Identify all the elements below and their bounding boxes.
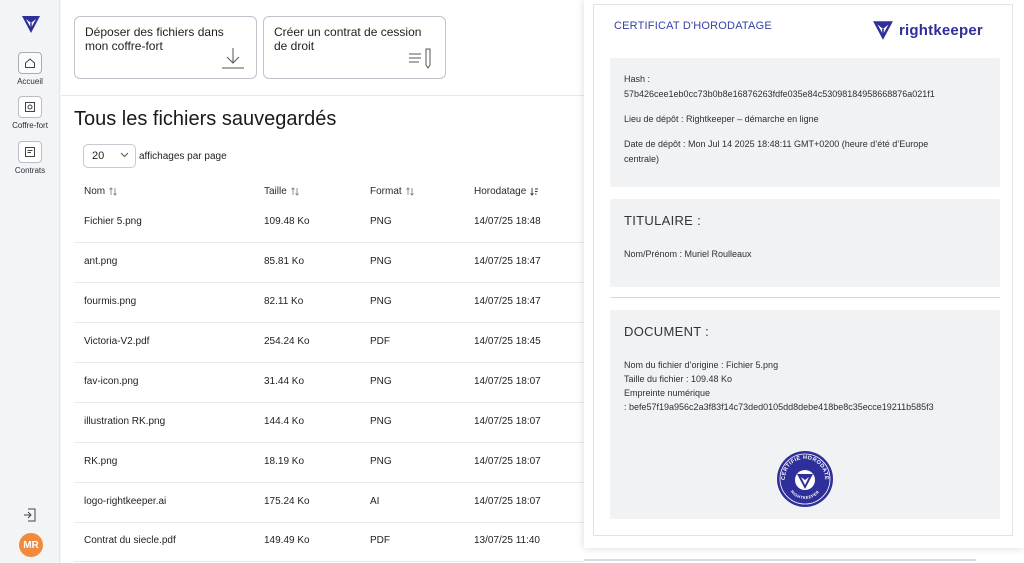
holder-box: TITULAIRE : Nom/Prénom : Muriel Roulleau… — [610, 199, 1000, 287]
sidebar-item-accueil[interactable]: Accueil — [0, 52, 60, 86]
sidebar-item-contrats[interactable]: Contrats — [0, 141, 60, 175]
document-size: Taille du fichier : 109.48 Ko — [624, 374, 733, 384]
scroll-indicator — [584, 559, 976, 561]
sidebar-item-label: Coffre-fort — [12, 121, 48, 130]
chevron-down-icon — [120, 152, 129, 158]
certificate-title: CERTIFICAT D'HORODATAGE — [614, 20, 772, 32]
divider — [610, 297, 1000, 298]
fingerprint-value: : befe57f19a956c2a3f83f14c73ded0105dd8de… — [624, 402, 934, 412]
table-row[interactable]: Fichier 5.png 109.48 Ko PNG 14/07/25 18:… — [74, 203, 584, 243]
logout-icon[interactable] — [22, 507, 38, 523]
fingerprint-label: Empreinte numérique — [624, 388, 711, 398]
home-icon — [25, 58, 35, 68]
hash-value: 57b426cee1eb0cc73b0b8e16876263fdfe035e84… — [624, 89, 935, 99]
document-original-name: Nom du fichier d’origine : Fichier 5.png — [624, 360, 779, 370]
document-heading: DOCUMENT : — [624, 324, 710, 339]
table-row[interactable]: logo-rightkeeper.ai 175.24 Ko AI 14/07/2… — [74, 483, 584, 523]
page-size-label: affichages par page — [139, 151, 227, 162]
upload-files-label: Déposer des fichiers dans mon coffre-for… — [85, 25, 224, 53]
create-contract-button[interactable]: Créer un contrat de cession de droit — [263, 16, 446, 79]
table-row[interactable]: fourmis.png 82.11 Ko PNG 14/07/25 18:47 — [74, 283, 584, 323]
sidebar-item-coffre-fort[interactable]: Coffre-fort — [0, 96, 60, 130]
sort-icon — [109, 187, 117, 196]
safe-icon — [25, 102, 35, 112]
table-row[interactable]: RK.png 18.19 Ko PNG 14/07/25 18:07 — [74, 443, 584, 483]
page-size-select[interactable]: 20 — [83, 144, 136, 168]
upload-files-button[interactable]: Déposer des fichiers dans mon coffre-for… — [74, 16, 257, 79]
brand-name: rightkeeper — [899, 21, 983, 39]
sidebar: Accueil Coffre-fort Contrats MR — [0, 0, 60, 563]
panel-pointer-icon — [896, 541, 906, 547]
page-title: Tous les fichiers sauvegardés — [74, 108, 337, 130]
rightkeeper-logo-icon[interactable] — [21, 14, 41, 34]
column-header-size[interactable]: Taille — [264, 186, 299, 197]
column-header-name[interactable]: Nom — [84, 186, 117, 197]
certificate-panel: CERTIFICAT D'HORODATAGE rightkeeper Hash… — [584, 0, 1024, 548]
certificate-info-box: Hash : 57b426cee1eb0cc73b0b8e16876263fdf… — [610, 58, 1000, 187]
sort-icon — [291, 187, 299, 196]
sidebar-item-label: Accueil — [17, 77, 43, 86]
column-header-date[interactable]: Horodatage — [474, 186, 539, 197]
deposit-date: Date de dépôt : Mon Jul 14 2025 18:48:11… — [624, 139, 929, 149]
hash-label: Hash : — [624, 74, 651, 84]
deposit-date-cont: centrale) — [624, 154, 660, 164]
page-size-value: 20 — [92, 150, 105, 162]
deposit-place: Lieu de dépôt : Rightkeeper – démarche e… — [624, 114, 819, 124]
table-row[interactable]: illustration RK.png 144.4 Ko PNG 14/07/2… — [74, 403, 584, 443]
table-row[interactable]: fav-icon.png 31.44 Ko PNG 14/07/25 18:07 — [74, 363, 584, 403]
sidebar-item-label: Contrats — [14, 166, 46, 175]
contract-pen-icon — [409, 48, 431, 69]
certified-seal-icon: CERTIFIÉ HORODATÉ RIGHTKEEPER — [777, 451, 833, 507]
brand-logo: rightkeeper — [872, 19, 983, 41]
sort-icon — [405, 187, 414, 196]
table-row[interactable]: Victoria-V2.pdf 254.24 Ko PDF 14/07/25 1… — [74, 323, 584, 363]
contract-icon — [25, 147, 35, 157]
table-row[interactable]: Contrat du siecle.pdf 149.49 Ko PDF 13/0… — [74, 522, 584, 562]
sort-desc-icon — [530, 187, 539, 196]
certificate-document: CERTIFICAT D'HORODATAGE rightkeeper Hash… — [593, 4, 1013, 536]
table-row[interactable]: ant.png 85.81 Ko PNG 14/07/25 18:47 — [74, 243, 584, 283]
column-header-format[interactable]: Format — [370, 186, 414, 197]
rightkeeper-logo-icon — [873, 21, 893, 40]
holder-name: Nom/Prénom : Muriel Roulleaux — [624, 249, 752, 259]
create-contract-label: Créer un contrat de cession de droit — [274, 25, 422, 53]
download-arrow-icon — [222, 48, 244, 69]
holder-heading: TITULAIRE : — [624, 213, 701, 228]
avatar[interactable]: MR — [19, 533, 43, 557]
